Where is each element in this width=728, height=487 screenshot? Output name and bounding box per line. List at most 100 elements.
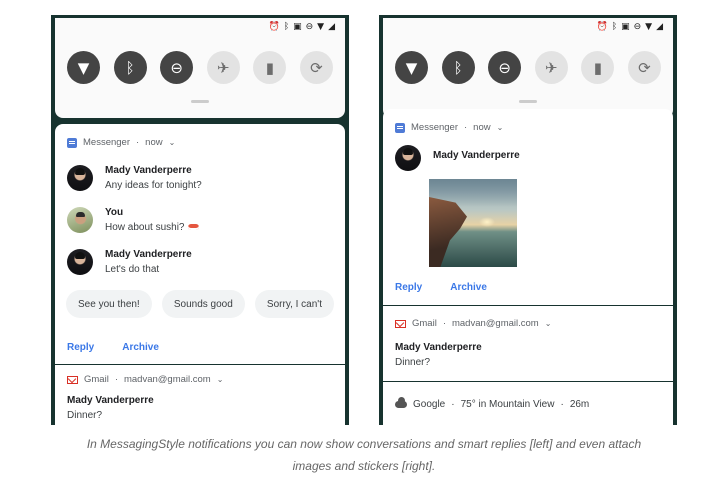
wifi-icon: ▼ xyxy=(77,58,90,77)
email-sender: Mady Vanderperre xyxy=(67,395,154,406)
figure-caption: In MessagingStyle notifications you can … xyxy=(0,433,728,477)
do-not-disturb-toggle[interactable]: ⊖ xyxy=(160,51,194,84)
notification-actions: Reply Archive xyxy=(67,342,159,353)
messenger-app-icon xyxy=(395,122,405,133)
chevron-down-icon[interactable]: ⌄ xyxy=(497,123,504,132)
alarm-icon: ⏰ xyxy=(268,22,280,32)
message-text: Let's do that xyxy=(105,264,160,275)
airplane-mode-toggle[interactable]: ✈ xyxy=(534,51,568,84)
message-item: Mady Vanderperre Let's do that xyxy=(67,249,192,275)
airplane-mode-toggle[interactable]: ✈ xyxy=(206,51,240,84)
messenger-notification[interactable]: Messenger · now ⌄ Mady Vanderperre Reply… xyxy=(383,109,673,305)
message-text: Any ideas for tonight? xyxy=(105,180,202,191)
email-subject: Dinner? xyxy=(67,410,103,421)
wifi-icon: ▼ xyxy=(317,22,325,32)
do-not-disturb-icon: ⊖ xyxy=(170,58,183,77)
do-not-disturb-icon: ⊖ xyxy=(498,58,511,77)
bluetooth-icon: ᛒ xyxy=(283,22,290,32)
avatar xyxy=(67,207,93,233)
reply-button[interactable]: Reply xyxy=(67,342,94,353)
smart-reply-chip[interactable]: Sounds good xyxy=(161,290,245,318)
notification-header: Gmail · madvan@gmail.com ⌄ xyxy=(395,318,551,329)
quick-settings-shade: ⏰ ᛒ ▣ ⊖ ▼ ◢ ▼ ᛒ ⊖ ✈ ▮ ⟳ xyxy=(383,18,673,118)
wifi-icon: ▼ xyxy=(645,22,653,32)
signal-icon: ◢ xyxy=(656,22,663,32)
gmail-notification[interactable]: Gmail · madvan@gmail.com ⌄ Mady Vanderpe… xyxy=(383,306,673,381)
auto-rotate-toggle[interactable]: ⟳ xyxy=(627,51,661,84)
quick-settings-shade: ⏰ ᛒ ▣ ⊖ ▼ ◢ ▼ ᛒ ⊖ ✈ ▮ ⟳ xyxy=(55,18,345,118)
bluetooth-icon: ᛒ xyxy=(453,58,463,77)
airplane-mode-icon: ✈ xyxy=(544,58,558,77)
notification-time: 26m xyxy=(569,399,590,410)
drag-handle[interactable] xyxy=(519,100,537,103)
sushi-icon xyxy=(187,224,199,231)
left-phone-screenshot: ⏰ ᛒ ▣ ⊖ ▼ ◢ ▼ ᛒ ⊖ ✈ ▮ ⟳ Messenger · now … xyxy=(51,15,349,425)
notification-time: now xyxy=(145,137,163,148)
notification-time: now xyxy=(473,122,491,133)
archive-button[interactable]: Archive xyxy=(122,342,159,353)
email-preview: Mady Vanderperre Dinner? xyxy=(395,342,482,368)
signal-icon: ◢ xyxy=(328,22,335,32)
app-name: Messenger xyxy=(411,122,458,133)
email-sender: Mady Vanderperre xyxy=(395,342,482,353)
do-not-disturb-icon: ⊖ xyxy=(305,22,314,32)
auto-rotate-toggle[interactable]: ⟳ xyxy=(299,51,333,84)
app-name: Google xyxy=(413,399,446,410)
message-sender: Mady Vanderperre xyxy=(433,150,520,161)
smart-replies: See you then! Sounds good Sorry, I can't xyxy=(66,290,334,318)
alarm-icon: ⏰ xyxy=(596,22,608,32)
chevron-down-icon[interactable]: ⌄ xyxy=(545,319,552,328)
airplane-mode-icon: ✈ xyxy=(216,58,230,77)
wifi-toggle[interactable]: ▼ xyxy=(395,51,428,84)
flashlight-toggle[interactable]: ▮ xyxy=(253,51,287,84)
app-name: Gmail xyxy=(412,318,437,329)
do-not-disturb-toggle[interactable]: ⊖ xyxy=(488,51,522,84)
drag-handle[interactable] xyxy=(191,100,209,103)
google-weather-notification[interactable]: Google · 75° in Mountain View · 26m xyxy=(383,382,673,425)
avatar xyxy=(67,165,93,191)
weather-text: 75° in Mountain View xyxy=(460,399,555,410)
gmail-icon xyxy=(67,375,78,384)
bluetooth-icon: ᛒ xyxy=(125,58,135,77)
message-sender: Mady Vanderperre xyxy=(105,165,192,176)
auto-rotate-icon: ⟳ xyxy=(638,58,651,77)
caption-line: In MessagingStyle notifications you can … xyxy=(86,437,642,451)
archive-button[interactable]: Archive xyxy=(450,282,487,293)
email-preview: Mady Vanderperre Dinner? xyxy=(67,395,154,421)
notification-header: Messenger · now ⌄ xyxy=(67,137,175,148)
bluetooth-toggle[interactable]: ᛒ xyxy=(441,51,475,84)
email-subject: Dinner? xyxy=(395,357,431,368)
cloud-icon xyxy=(395,397,407,408)
reply-button[interactable]: Reply xyxy=(395,282,422,293)
avatar xyxy=(67,249,93,275)
chevron-down-icon[interactable]: ⌄ xyxy=(217,375,224,384)
image-attachment[interactable] xyxy=(429,179,517,267)
app-name: Gmail xyxy=(84,374,109,385)
wifi-toggle[interactable]: ▼ xyxy=(67,51,100,84)
smart-reply-chip[interactable]: Sorry, I can't xyxy=(254,290,334,318)
status-bar: ⏰ ᛒ ▣ ⊖ ▼ ◢ xyxy=(596,22,663,32)
quick-settings-row: ▼ ᛒ ⊖ ✈ ▮ ⟳ xyxy=(395,51,661,84)
gmail-notification[interactable]: Gmail · madvan@gmail.com ⌄ Mady Vanderpe… xyxy=(55,365,345,425)
notification-header: Google · 75° in Mountain View · 26m xyxy=(395,397,590,410)
avatar xyxy=(395,145,421,171)
message-sender: Mady Vanderperre xyxy=(105,249,192,260)
message-item: Mady Vanderperre xyxy=(395,145,520,171)
app-name: Messenger xyxy=(83,137,130,148)
account-email: madvan@gmail.com xyxy=(123,374,211,385)
message-sender: You xyxy=(105,207,124,218)
wifi-icon: ▼ xyxy=(405,58,418,77)
notification-header: Messenger · now ⌄ xyxy=(395,122,503,133)
notification-header: Gmail · madvan@gmail.com ⌄ xyxy=(67,374,223,385)
status-bar: ⏰ ᛒ ▣ ⊖ ▼ ◢ xyxy=(268,22,335,32)
messenger-app-icon xyxy=(67,137,77,148)
right-phone-screenshot: ⏰ ᛒ ▣ ⊖ ▼ ◢ ▼ ᛒ ⊖ ✈ ▮ ⟳ Messenger · now … xyxy=(379,15,677,425)
flashlight-toggle[interactable]: ▮ xyxy=(581,51,615,84)
cast-icon: ▣ xyxy=(621,22,630,32)
do-not-disturb-icon: ⊖ xyxy=(633,22,642,32)
auto-rotate-icon: ⟳ xyxy=(310,58,323,77)
smart-reply-chip[interactable]: See you then! xyxy=(66,290,152,318)
bluetooth-toggle[interactable]: ᛒ xyxy=(113,51,147,84)
messenger-notification[interactable]: Messenger · now ⌄ Mady Vanderperre Any i… xyxy=(55,124,345,364)
chevron-down-icon[interactable]: ⌄ xyxy=(169,138,176,147)
